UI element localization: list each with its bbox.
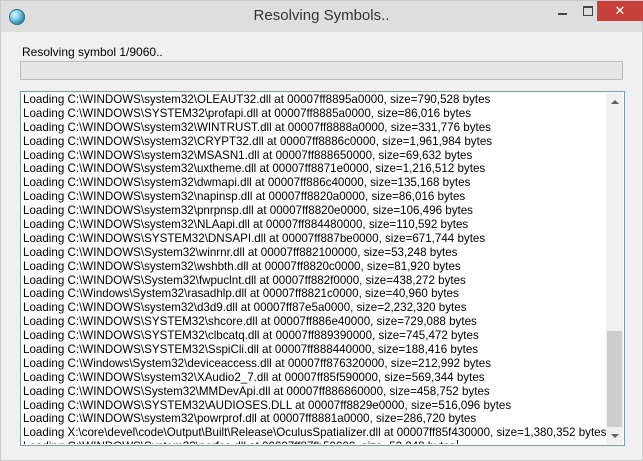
log-line: Loading C:\WINDOWS\SYSTEM32\clbcatq.dll …	[23, 329, 479, 343]
close-icon: ✕	[614, 3, 626, 19]
scroll-up-button[interactable]	[606, 93, 623, 110]
chevron-down-icon	[610, 433, 619, 438]
minimize-icon	[557, 13, 567, 15]
minimize-button[interactable]	[549, 1, 575, 21]
resolving-symbols-window: Resolving Symbols.. ✕ Resolving symbol 1…	[0, 0, 643, 461]
log-line: Loading C:\WINDOWS\SYSTEM32\AUDIOSES.DLL…	[23, 398, 512, 412]
log-line: Loading C:\WINDOWS\system32\WINTRUST.dll…	[23, 120, 491, 134]
log-line: Loading C:\WINDOWS\system32\NLAapi.dll a…	[23, 218, 469, 232]
chevron-up-icon	[610, 99, 619, 104]
log-line: Loading C:\WINDOWS\system32\powrprof.dll…	[23, 412, 477, 426]
log-line: Loading C:\WINDOWS\system32\dwmapi.dll a…	[23, 176, 471, 190]
log-line: Loading C:\WINDOWS\System32\fwpuclnt.dll…	[23, 273, 466, 287]
log-line: Loading C:\WINDOWS\system32\wshbth.dll a…	[23, 259, 461, 273]
log-line: Loading C:\WINDOWS\system32\d3d9.dll at …	[23, 301, 467, 315]
window-title: Resolving Symbols..	[253, 7, 390, 24]
log-textbox[interactable]: Loading C:\WINDOWS\system32\OLEAUT32.dll…	[20, 91, 625, 446]
log-line: Loading C:\WINDOWS\System32\MMDevApi.dll…	[23, 384, 490, 398]
log-line: Loading C:\WINDOWS\SYSTEM32\DNSAPI.dll a…	[23, 231, 486, 245]
log-line: Loading C:\WINDOWS\system32\OLEAUT32.dll…	[23, 93, 491, 106]
log-line: Loading C:\WINDOWS\SYSTEM32\profapi.dll …	[23, 106, 472, 120]
log-line: Loading C:\WINDOWS\system32\pnrpnsp.dll …	[23, 204, 473, 218]
title-bar[interactable]: Resolving Symbols.. ✕	[1, 1, 643, 32]
log-line: Loading C:\WINDOWS\system32\MSASN1.dll a…	[23, 148, 473, 162]
scrollbar-thumb[interactable]	[607, 331, 622, 427]
log-line: Loading X:\core\devel\code\Output\Built\…	[23, 426, 606, 440]
log-line: Loading C:\WINDOWS\SYSTEM32\SspiCli.dll …	[23, 343, 479, 357]
log-line: Loading C:\WINDOWS\System32\perfos.dll a…	[22, 440, 606, 444]
status-label: Resolving symbol 1/9060..	[22, 45, 163, 59]
maximize-icon	[583, 6, 593, 16]
log-line: Loading C:\WINDOWS\system32\uxtheme.dll …	[23, 162, 486, 176]
log-line: Loading C:\Windows\System32\rasadhlp.dll…	[23, 287, 459, 301]
log-line: Loading C:\WINDOWS\System32\winrnr.dll a…	[23, 245, 458, 259]
close-button[interactable]: ✕	[597, 1, 643, 21]
scroll-down-button[interactable]	[606, 427, 623, 444]
vertical-scrollbar[interactable]	[606, 93, 623, 444]
log-line: Loading C:\WINDOWS\system32\XAudio2_7.dl…	[23, 370, 485, 384]
log-lines[interactable]: Loading C:\WINDOWS\system32\OLEAUT32.dll…	[22, 93, 606, 444]
progress-bar	[20, 61, 623, 80]
log-line: Loading C:\WINDOWS\SYSTEM32\shcore.dll a…	[23, 315, 477, 329]
log-line: Loading C:\WINDOWS\system32\napinsp.dll …	[23, 190, 466, 204]
text-caret	[456, 440, 458, 444]
log-line: Loading C:\Windows\System32\deviceaccess…	[23, 356, 492, 370]
log-line: Loading C:\WINDOWS\system32\CRYPT32.dll …	[23, 134, 493, 148]
